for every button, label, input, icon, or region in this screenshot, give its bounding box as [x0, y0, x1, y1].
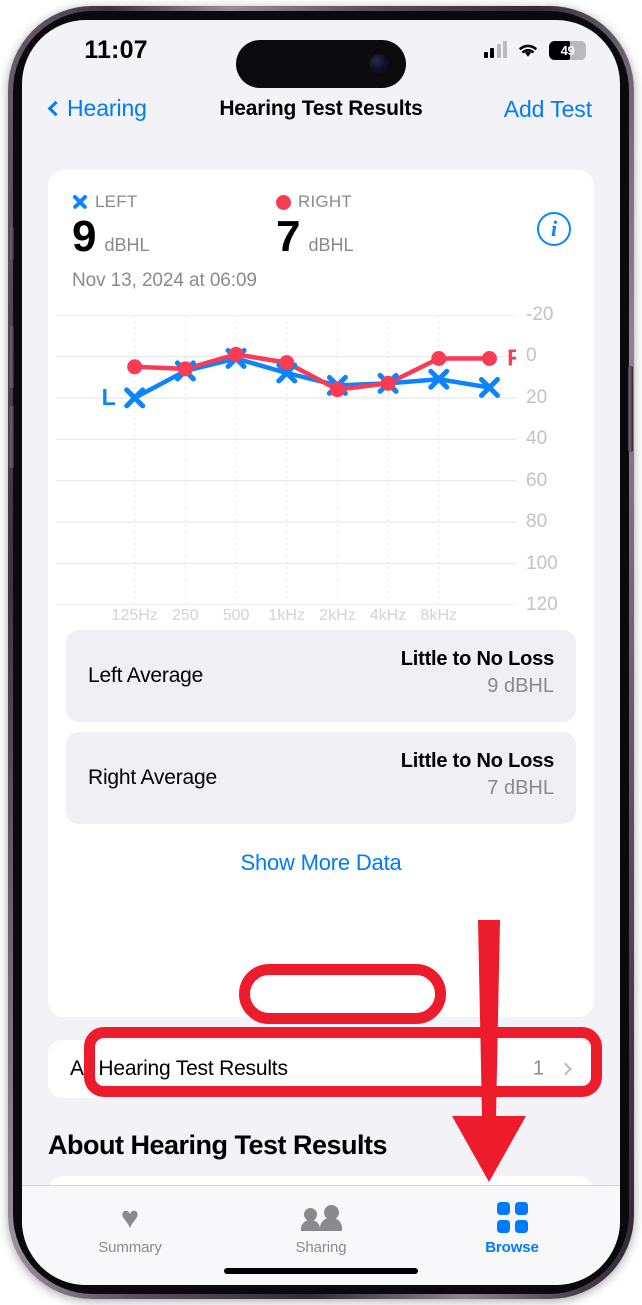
- right-average-value: 7 dBHL: [487, 777, 554, 799]
- all-results-label: All Hearing Test Results: [70, 1057, 288, 1080]
- x-axis-tick: 250: [172, 607, 199, 624]
- info-circle-icon[interactable]: i: [537, 212, 571, 246]
- battery-percent-label: 49: [560, 42, 575, 58]
- x-axis-tick: 125Hz: [111, 607, 158, 624]
- all-results-count: 1: [532, 1057, 544, 1080]
- y-axis-tick: -20: [526, 304, 554, 325]
- show-more-data-button[interactable]: Show More Data: [48, 850, 594, 876]
- dynamic-island: [236, 40, 406, 88]
- x-axis-tick: 2kHz: [319, 607, 356, 624]
- power-button[interactable]: [628, 366, 633, 452]
- all-hearing-test-results-row[interactable]: All Hearing Test Results 1: [48, 1040, 594, 1098]
- hearing-test-card: LEFT RIGHT 9 dBHL 7 dBHL Nov 13, 2024 at…: [48, 170, 594, 1017]
- right-average-row[interactable]: Right Average Little to No Loss 7 dBHL: [66, 732, 576, 824]
- y-axis-labels: -20 0 20 40 60 80 100 120: [518, 304, 586, 615]
- add-test-button[interactable]: Add Test: [504, 96, 592, 123]
- volume-up-button[interactable]: [9, 326, 14, 388]
- tab-browse-label: Browse: [485, 1239, 539, 1256]
- status-indicators: 49: [483, 38, 586, 62]
- legend-right: RIGHT: [276, 192, 352, 212]
- y-axis-tick: 120: [526, 594, 558, 615]
- silent-switch[interactable]: [9, 227, 14, 260]
- volume-down-button[interactable]: [9, 406, 14, 468]
- x-axis-tick: 4kHz: [369, 607, 407, 624]
- right-average-label: Right Average: [88, 766, 217, 789]
- svg-text:R: R: [507, 345, 516, 371]
- svg-text:L: L: [102, 384, 116, 410]
- y-axis-tick: 40: [526, 428, 548, 450]
- left-unit: dBHL: [104, 235, 150, 255]
- x-axis-tick: 1kHz: [268, 607, 305, 624]
- y-axis-tick: 0: [526, 345, 537, 367]
- tab-summary[interactable]: ♥ Summary: [50, 1199, 210, 1257]
- wifi-icon: [519, 44, 537, 57]
- status-clock: 11:07: [84, 36, 148, 64]
- right-metric: 7 dBHL: [276, 215, 354, 259]
- left-metric: 9 dBHL: [72, 215, 150, 259]
- tab-browse[interactable]: Browse: [432, 1200, 592, 1256]
- front-camera-icon: [369, 54, 389, 74]
- audiogram-chart: LR -20 0 20 40 60 80 100 120 125Hz 250 500 1kHz 2kH…: [56, 304, 586, 624]
- left-average-value: 9 dBHL: [487, 675, 554, 697]
- right-average-values: Little to No Loss 7 dBHL: [401, 750, 554, 800]
- tab-bar: ♥ Summary Sharing Browse: [22, 1185, 620, 1285]
- dot-marker-icon: [276, 194, 291, 210]
- y-axis-tick: 100: [526, 552, 558, 574]
- status-bar: 11:07 49: [22, 20, 620, 88]
- tab-sharing-label: Sharing: [295, 1239, 347, 1256]
- test-timestamp: Nov 13, 2024 at 06:09: [72, 270, 257, 291]
- home-indicator[interactable]: [224, 1268, 418, 1274]
- left-value: 9: [72, 212, 97, 261]
- audiogram-plot: LR: [56, 315, 516, 605]
- tab-summary-label: Summary: [98, 1239, 162, 1256]
- right-value: 7: [276, 212, 301, 261]
- right-average-status: Little to No Loss: [400, 750, 554, 772]
- cellular-bars-icon: [483, 41, 507, 58]
- y-axis-tick: 60: [526, 469, 548, 491]
- x-marker-icon: [72, 194, 88, 210]
- x-axis-tick: 8kHz: [420, 607, 457, 624]
- left-average-label: Left Average: [88, 664, 204, 687]
- legend-left: LEFT: [72, 192, 137, 212]
- chevron-right-icon: [559, 1062, 572, 1076]
- about-section-title: About Hearing Test Results: [48, 1130, 388, 1160]
- legend-left-label: LEFT: [95, 192, 138, 211]
- tab-sharing[interactable]: Sharing: [241, 1200, 401, 1256]
- left-average-status: Little to No Loss: [400, 648, 554, 670]
- people-icon: [241, 1200, 401, 1234]
- left-average-values: Little to No Loss 9 dBHL: [401, 648, 554, 698]
- y-axis-tick: 80: [526, 511, 548, 533]
- left-average-row[interactable]: Left Average Little to No Loss 9 dBHL: [66, 630, 576, 722]
- y-axis-tick: 20: [526, 386, 548, 408]
- phone-screen: 11:07 49 Hearing Hearing Test Results Ad…: [22, 20, 620, 1285]
- scroll-content[interactable]: LEFT RIGHT 9 dBHL 7 dBHL Nov 13, 2024 at…: [22, 140, 620, 1285]
- legend-right-label: RIGHT: [298, 192, 352, 211]
- right-unit: dBHL: [308, 235, 354, 255]
- battery-icon: 49: [549, 40, 586, 60]
- x-axis-tick: 500: [222, 607, 250, 624]
- heart-icon: ♥: [120, 1199, 140, 1235]
- grid-icon: [432, 1200, 592, 1234]
- navigation-bar: Hearing Hearing Test Results Add Test: [22, 82, 620, 140]
